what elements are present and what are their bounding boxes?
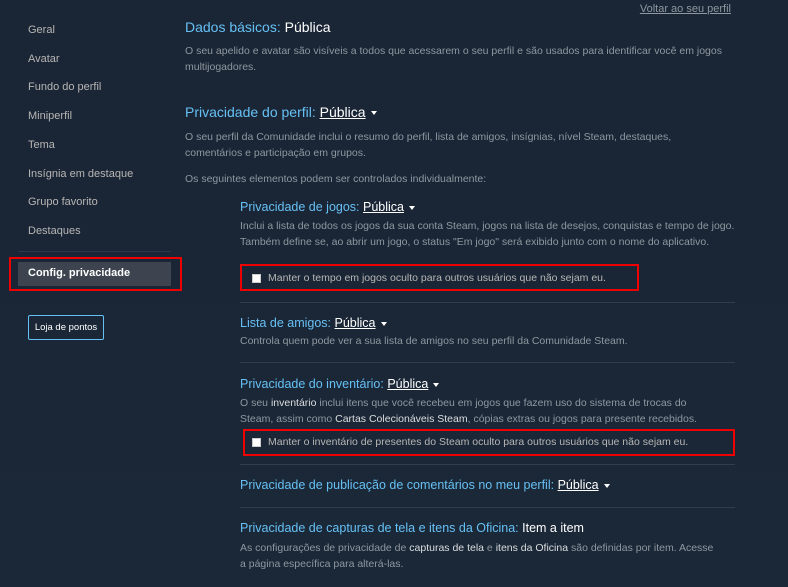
comments-privacy-dropdown[interactable]: Pública bbox=[558, 478, 599, 492]
section-divider bbox=[240, 302, 735, 303]
game-privacy-description: Inclui a lista de todos os jogos da sua … bbox=[240, 220, 735, 248]
inventory-privacy-heading: Privacidade do inventário: Pública bbox=[240, 377, 440, 391]
inventory-privacy-label: Privacidade do inventário: bbox=[240, 377, 384, 391]
basic-data-description: O seu apelido e avatar são visíveis a to… bbox=[185, 45, 722, 73]
sidebar-item-avatar[interactable]: Avatar bbox=[28, 53, 60, 65]
friends-list-value: Pública bbox=[334, 316, 376, 330]
sidebar-divider bbox=[18, 251, 171, 252]
sidebar-item-privacy-settings[interactable]: Config. privacidade bbox=[18, 262, 171, 286]
sidebar-item-theme[interactable]: Tema bbox=[28, 139, 55, 151]
sidebar-item-favorite-group[interactable]: Grupo favorito bbox=[28, 196, 98, 208]
profile-privacy-value: Pública bbox=[319, 104, 366, 120]
comments-privacy-label: Privacidade de publicação de comentários… bbox=[240, 478, 555, 492]
game-privacy-heading: Privacidade de jogos: Pública bbox=[240, 200, 416, 214]
hide-playtime-checkbox[interactable] bbox=[252, 273, 261, 283]
profile-privacy-description: O seu perfil da Comunidade inclui o resu… bbox=[185, 131, 672, 159]
inventory-privacy-value: Pública bbox=[387, 377, 429, 391]
inventory-term: inventário bbox=[270, 397, 317, 409]
profile-privacy-heading: Privacidade do perfil: Pública bbox=[185, 104, 377, 120]
hide-playtime-label: Manter o tempo em jogos oculto para outr… bbox=[268, 272, 606, 284]
screenshots-term: capturas de tela bbox=[409, 542, 484, 554]
game-privacy-dropdown[interactable]: Pública bbox=[363, 200, 404, 214]
inventory-privacy-dropdown[interactable]: Pública bbox=[387, 377, 428, 391]
points-shop-button[interactable]: Loja de pontos bbox=[28, 315, 104, 340]
hide-gift-inventory-option[interactable]: Manter o inventário de presentes do Stea… bbox=[252, 436, 688, 448]
inventory-privacy-description: O seu inventário inclui itens que você r… bbox=[240, 397, 697, 425]
section-divider bbox=[240, 362, 735, 363]
basic-data-label: Dados básicos: bbox=[185, 19, 281, 35]
chevron-down-icon[interactable] bbox=[370, 111, 377, 116]
section-divider bbox=[240, 507, 735, 508]
sidebar-item-showcases[interactable]: Destaques bbox=[28, 225, 81, 237]
sidebar-item-mini-profile[interactable]: Miniperfil bbox=[28, 110, 72, 122]
friends-list-heading: Lista de amigos: Pública bbox=[240, 316, 387, 330]
chevron-down-icon[interactable] bbox=[433, 382, 440, 387]
screenshots-privacy-description: As configurações de privacidade de captu… bbox=[240, 542, 714, 570]
chevron-down-icon[interactable] bbox=[603, 483, 610, 488]
screenshots-privacy-value: Item a item bbox=[522, 521, 584, 535]
hide-gift-inventory-checkbox[interactable] bbox=[252, 437, 261, 447]
basic-data-value: Pública bbox=[284, 19, 331, 35]
sidebar-item-featured-badge[interactable]: Insígnia em destaque bbox=[28, 168, 133, 180]
screenshots-privacy-label: Privacidade de capturas de tela e itens … bbox=[240, 521, 519, 535]
chevron-down-icon[interactable] bbox=[409, 205, 416, 210]
friends-list-label: Lista de amigos: bbox=[240, 316, 332, 330]
sidebar: Geral Avatar Fundo do perfil Miniperfil … bbox=[0, 0, 182, 587]
chevron-down-icon[interactable] bbox=[380, 321, 387, 326]
friends-list-dropdown[interactable]: Pública bbox=[335, 316, 376, 330]
sidebar-item-profile-background[interactable]: Fundo do perfil bbox=[28, 81, 101, 93]
back-to-profile-link[interactable]: Voltar ao seu perfil bbox=[640, 3, 731, 15]
screenshots-privacy-heading: Privacidade de capturas de tela e itens … bbox=[240, 521, 584, 535]
profile-privacy-dropdown[interactable]: Pública bbox=[320, 104, 366, 120]
comments-privacy-heading: Privacidade de publicação de comentários… bbox=[240, 478, 610, 492]
comments-privacy-value: Pública bbox=[557, 478, 599, 492]
trading-cards-term: Cartas Colecionáveis Steam bbox=[335, 413, 468, 425]
game-privacy-value: Pública bbox=[363, 200, 405, 214]
hide-gift-inventory-label: Manter o inventário de presentes do Stea… bbox=[268, 436, 689, 448]
friends-list-description: Controla quem pode ver a sua lista de am… bbox=[240, 335, 628, 347]
game-privacy-label: Privacidade de jogos: bbox=[240, 200, 360, 214]
basic-data-heading: Dados básicos: Pública bbox=[185, 19, 331, 35]
hide-playtime-option[interactable]: Manter o tempo em jogos oculto para outr… bbox=[252, 272, 606, 284]
profile-privacy-label: Privacidade do perfil: bbox=[185, 104, 316, 120]
workshop-items-term: itens da Oficina bbox=[495, 542, 569, 554]
section-divider bbox=[240, 464, 735, 465]
individual-control-note: Os seguintes elementos podem ser control… bbox=[185, 173, 487, 185]
sidebar-item-geral[interactable]: Geral bbox=[28, 24, 55, 36]
